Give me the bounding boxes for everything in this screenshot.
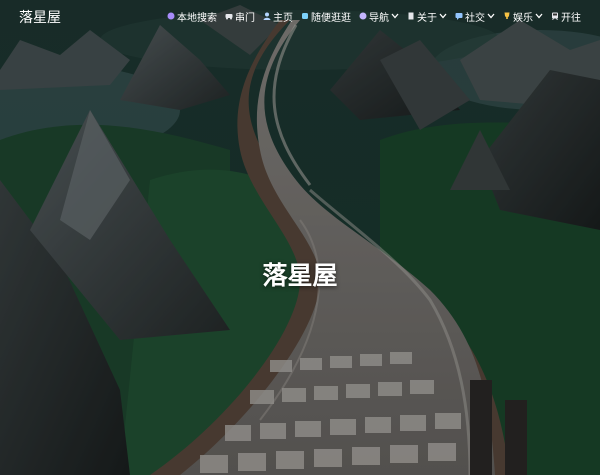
nav-item-home[interactable]: 主页	[263, 9, 293, 24]
nav-item-label: 娱乐	[513, 12, 533, 24]
chevron-down-icon	[439, 13, 447, 19]
user-icon	[263, 12, 271, 20]
chevron-down-icon	[535, 13, 543, 19]
nav-item-about[interactable]: 关于	[407, 9, 447, 24]
nav-item-social[interactable]: 社交	[455, 9, 495, 24]
nav-item-label: 开往	[561, 12, 581, 24]
nav-item-random[interactable]: 随便逛逛	[301, 9, 351, 24]
nav-item-navigation[interactable]: 导航	[359, 9, 399, 24]
nav-item-entertainment[interactable]: 娱乐	[503, 9, 543, 24]
search-icon	[167, 12, 175, 20]
chevron-down-icon	[391, 13, 399, 19]
chat-icon	[455, 12, 463, 20]
nav-item-label: 本地搜索	[177, 12, 217, 24]
nav-item-local-search[interactable]: 本地搜索	[167, 9, 217, 24]
nav-item-label: 串门	[235, 12, 255, 24]
train-icon	[551, 12, 559, 20]
nav-item-label: 导航	[369, 12, 389, 24]
nav-item-visit[interactable]: 串门	[225, 9, 255, 24]
chevron-down-icon	[487, 13, 495, 19]
link-icon	[301, 12, 309, 20]
site-brand[interactable]: 落星屋	[19, 7, 61, 27]
mountain-road-image	[0, 0, 600, 475]
nav-item-label: 社交	[465, 12, 485, 24]
top-navbar: 落星屋 本地搜索 串门 主页 随便逛逛 导航 关于 社交 娱乐 开往	[0, 0, 600, 32]
trophy-icon	[503, 12, 511, 20]
hero-background	[0, 0, 600, 475]
nav-item-travelling[interactable]: 开往	[551, 9, 581, 24]
car-icon	[225, 12, 233, 20]
file-icon	[407, 12, 415, 20]
nav-item-label: 主页	[273, 12, 293, 24]
hero-site-title: 落星屋	[262, 261, 338, 290]
globe-icon	[359, 12, 367, 20]
nav-item-label: 随便逛逛	[311, 12, 351, 24]
nav-menu: 本地搜索 串门 主页 随便逛逛 导航 关于 社交 娱乐 开往	[167, 0, 581, 32]
nav-item-label: 关于	[417, 12, 437, 24]
